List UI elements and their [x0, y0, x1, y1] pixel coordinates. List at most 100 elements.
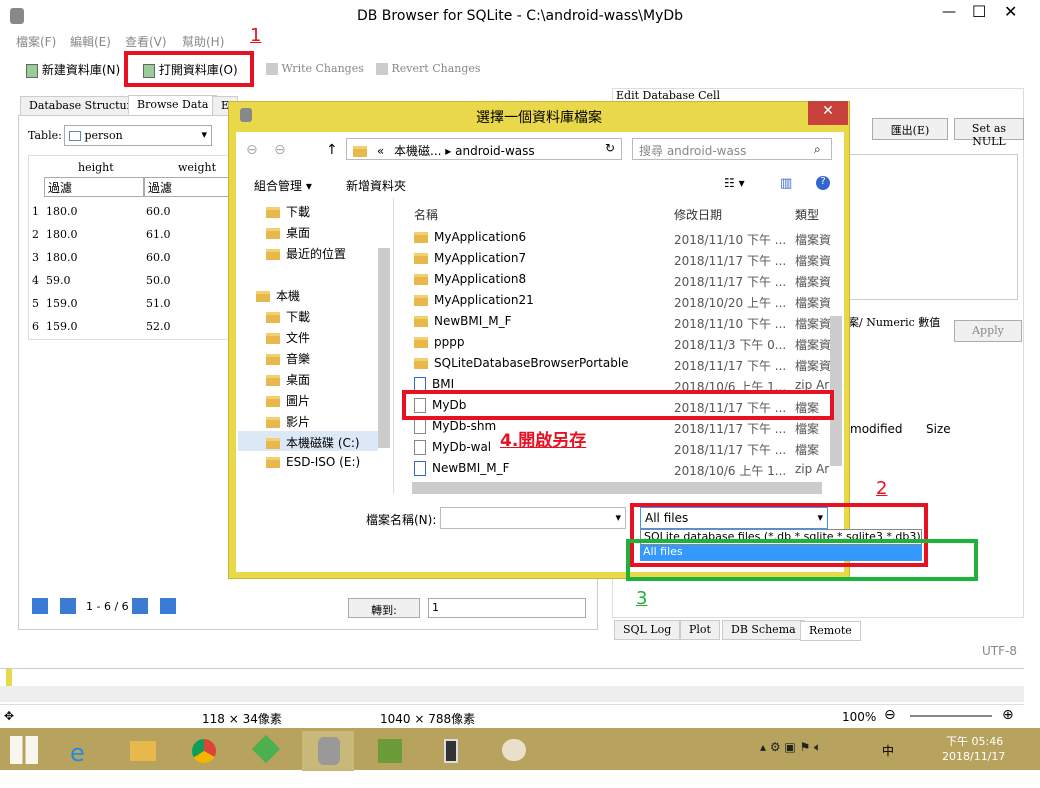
preview-pane-icon[interactable]: ▥ [780, 176, 792, 191]
clock-time[interactable]: 下午 05:46 [946, 733, 1003, 749]
last-page-icon[interactable] [160, 598, 176, 614]
nav-item[interactable]: 文件 [266, 329, 310, 346]
first-page-icon[interactable] [32, 598, 48, 614]
header-date[interactable]: 修改日期 [674, 206, 722, 223]
next-page-icon[interactable] [132, 598, 148, 614]
nav-item[interactable]: 圖片 [266, 392, 310, 409]
close-icon[interactable]: ✕ [1004, 2, 1017, 21]
file-list-hscroll[interactable] [412, 482, 822, 494]
cell-height[interactable]: 159.0 [46, 320, 78, 333]
cell-weight[interactable]: 61.0 [146, 228, 171, 241]
menu-view[interactable]: 查看(V) [125, 33, 185, 50]
sqlite-taskbar-button[interactable] [302, 731, 354, 771]
help-icon[interactable]: ? [816, 176, 830, 190]
row-number: 5 [32, 297, 39, 310]
menu-edit[interactable]: 編輯(E) [70, 33, 130, 50]
app-taskbar-button[interactable] [240, 731, 292, 771]
cell-weight[interactable]: 50.0 [146, 274, 171, 287]
header-type[interactable]: 類型 [795, 206, 819, 223]
cell-weight[interactable]: 51.0 [146, 297, 171, 310]
goto-input[interactable]: 1 [428, 598, 586, 618]
nav-item[interactable]: 下載 [266, 308, 310, 325]
menu-help[interactable]: 幫助(H) [182, 33, 242, 50]
nav-item[interactable]: 桌面 [266, 371, 310, 388]
clock-date[interactable]: 2018/11/17 [942, 750, 1005, 763]
minimize-icon[interactable]: — [942, 4, 956, 20]
prev-page-icon[interactable] [60, 598, 76, 614]
filter-height[interactable]: 過濾 [44, 177, 144, 197]
start-button[interactable] [10, 736, 38, 764]
ie-taskbar-button[interactable]: e [56, 731, 108, 771]
new-db-button[interactable]: 新建資料庫(N) [26, 61, 120, 78]
file-row[interactable]: MyDb-wal 2018/11/17 下午 ... 檔案 [410, 438, 836, 459]
up-icon[interactable]: ↑ [326, 142, 338, 158]
cell-height[interactable]: 180.0 [46, 205, 78, 218]
cell-weight[interactable]: 60.0 [146, 251, 171, 264]
zoom-in-icon[interactable]: ⊕ [1002, 707, 1014, 723]
address-bar[interactable]: « 本機磁... ▸ android-wass ↻ [346, 138, 622, 160]
maximize-icon[interactable]: ☐ [972, 2, 986, 21]
menu-file[interactable]: 檔案(F) [16, 33, 76, 50]
new-folder-button[interactable]: 新增資料夾 [346, 177, 406, 194]
tab-remote[interactable]: Remote [800, 621, 861, 641]
tab-db-schema[interactable]: DB Schema [722, 620, 805, 640]
cell-weight[interactable]: 60.0 [146, 205, 171, 218]
tab-sql-log[interactable]: SQL Log [614, 620, 681, 640]
set-null-button[interactable]: Set as NULL [954, 118, 1024, 148]
column-header-weight[interactable]: weight [178, 161, 216, 174]
nav-item[interactable]: 音樂 [266, 350, 310, 367]
back-icon[interactable]: ⊖ [246, 142, 258, 158]
table-select[interactable]: person ▾ [64, 125, 212, 146]
file-row[interactable]: NewBMI_M_F 2018/10/6 上午 1... zip Ar [410, 459, 836, 480]
forward-icon[interactable]: ⊖ [274, 142, 286, 158]
zoom-slider[interactable] [910, 715, 992, 717]
nav-item[interactable]: 最近的位置 [266, 245, 346, 262]
header-name[interactable]: 名稱 [414, 206, 438, 223]
chrome-taskbar-button[interactable] [178, 731, 230, 771]
file-row[interactable]: MyApplication21 2018/10/20 上午 ... 檔案資 [410, 291, 836, 312]
write-changes-button[interactable]: Write Changes [266, 62, 364, 75]
file-row[interactable]: MyApplication6 2018/11/10 下午 ... 檔案資 [410, 228, 836, 249]
explorer-taskbar-button[interactable] [116, 731, 168, 771]
file-row[interactable]: NewBMI_M_F 2018/11/10 下午 ... 檔案資 [410, 312, 836, 333]
tab-browse-data[interactable]: Browse Data [128, 95, 218, 115]
organize-button[interactable]: 組合管理 ▾ [254, 177, 312, 194]
file-row[interactable]: MyApplication8 2018/11/17 下午 ... 檔案資 [410, 270, 836, 291]
nav-item[interactable]: 下載 [266, 203, 310, 220]
cell-weight[interactable]: 52.0 [146, 320, 171, 333]
goto-button[interactable]: 轉到: [348, 598, 420, 618]
filter-weight[interactable]: 過濾 [144, 177, 236, 197]
cell-height[interactable]: 180.0 [46, 251, 78, 264]
window-title: DB Browser for SQLite - C:\android-wass\… [356, 8, 684, 24]
nav-item[interactable]: 桌面 [266, 224, 310, 241]
nav-item[interactable]: 本機磁碟 (C:) [266, 434, 360, 451]
tab-plot[interactable]: Plot [680, 620, 720, 640]
nav-item[interactable]: ESD-ISO (E:) [266, 455, 360, 469]
paint-taskbar-button[interactable] [488, 731, 540, 771]
refresh-icon[interactable]: ↻ [605, 141, 615, 155]
phone-taskbar-button[interactable] [426, 731, 478, 771]
file-row[interactable]: MyApplication7 2018/11/17 下午 ... 檔案資 [410, 249, 836, 270]
cell-height[interactable]: 159.0 [46, 297, 78, 310]
nav-item[interactable]: 影片 [266, 413, 310, 430]
file-row[interactable]: SQLiteDatabaseBrowserPortable 2018/11/17… [410, 354, 836, 375]
android-studio-taskbar-button[interactable] [364, 731, 416, 771]
cell-editor[interactable] [848, 154, 1018, 300]
nav-scrollbar[interactable] [378, 248, 390, 448]
column-header-height[interactable]: height [78, 161, 114, 174]
search-input[interactable]: 搜尋 android-wass [632, 138, 832, 160]
revert-changes-button[interactable]: Revert Changes [376, 62, 481, 75]
zoom-out-icon[interactable]: ⊖ [884, 707, 896, 723]
ime-indicator[interactable]: 中 [882, 742, 894, 759]
export-button[interactable]: 匯出(E) [872, 118, 948, 140]
file-row[interactable]: pppp 2018/11/3 下午 0... 檔案資 [410, 333, 836, 354]
cell-height[interactable]: 59.0 [46, 274, 71, 287]
view-options-icon[interactable]: ☷ ▾ [724, 176, 745, 190]
hscroll-bar[interactable] [0, 686, 1024, 702]
filename-input[interactable]: ▾ [440, 507, 626, 529]
dialog-close-button[interactable]: ✕ [808, 101, 848, 125]
file-row[interactable]: MyDb-shm 2018/11/17 下午 ... 檔案 [410, 417, 836, 438]
apply-button[interactable]: Apply [954, 320, 1022, 342]
nav-item[interactable]: 本機 [256, 287, 300, 304]
cell-height[interactable]: 180.0 [46, 228, 78, 241]
